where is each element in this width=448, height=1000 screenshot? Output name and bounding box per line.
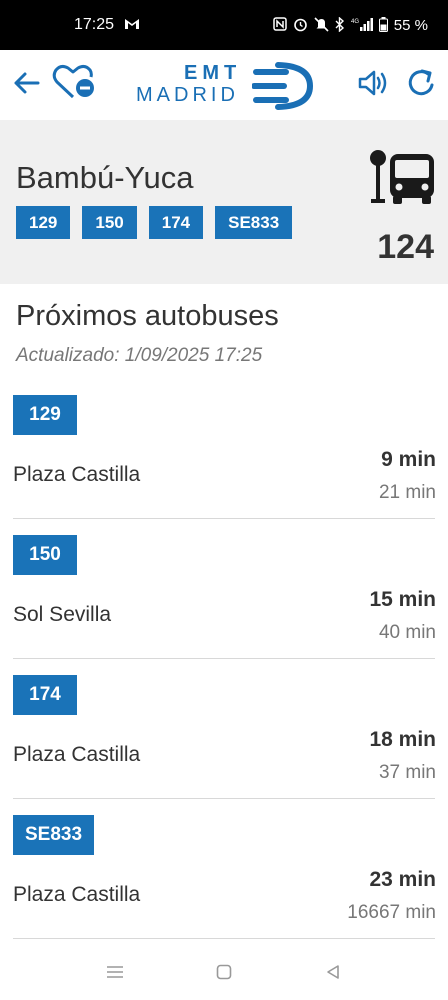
eta-first: 15 min — [369, 588, 436, 611]
emt-logo-mark-icon — [252, 62, 314, 110]
line-chip[interactable]: SE833 — [215, 206, 293, 239]
destination: Plaza Castilla — [13, 883, 141, 906]
line-badge[interactable]: 129 — [13, 395, 77, 435]
system-nav-bar — [0, 944, 448, 1000]
eta-second: 21 min — [378, 482, 436, 503]
eta-second: 40 min — [378, 622, 436, 643]
clock: 17:25 — [74, 16, 115, 33]
line-badge[interactable]: 150 — [13, 535, 77, 575]
remove-favorite-button[interactable] — [52, 64, 98, 102]
destination: Sol Sevilla — [13, 603, 112, 626]
signal-icon: 4G — [351, 17, 373, 34]
arrival-row[interactable]: SE833 Plaza Castilla 23 min 16667 min — [0, 815, 448, 955]
menu-lines-icon — [106, 966, 123, 978]
triangle-back-icon — [327, 965, 340, 979]
line-chip[interactable]: 174 — [148, 206, 204, 239]
stop-name: Bambú-Yuca — [16, 160, 194, 195]
refresh-button[interactable] — [406, 66, 438, 100]
stop-header: Bambú-Yuca 129 150 174 SE833 124 — [0, 120, 448, 284]
speaker-icon — [358, 70, 387, 96]
refresh-icon — [408, 69, 434, 96]
destination: Plaza Castilla — [13, 743, 141, 766]
battery-icon — [378, 16, 388, 34]
mute-icon — [314, 16, 329, 34]
bluetooth-icon — [335, 15, 345, 34]
eta-first: 18 min — [369, 728, 436, 751]
alarm-icon — [293, 17, 308, 34]
logo-text-bottom: MADRID — [136, 84, 239, 106]
status-left: 17:25 — [74, 16, 140, 34]
status-right: 4G 55 % — [273, 15, 428, 34]
updated-timestamp: Actualizado: 1/09/2025 17:25 — [16, 345, 263, 366]
arrival-row[interactable]: 129 Plaza Castilla 9 min 21 min — [0, 395, 448, 535]
divider — [13, 658, 435, 659]
destination: Plaza Castilla — [13, 463, 141, 486]
home-button[interactable] — [204, 957, 244, 987]
recent-apps-button[interactable] — [95, 957, 135, 987]
heart-minus-icon — [52, 64, 94, 99]
arrivals-list: 129 Plaza Castilla 9 min 21 min 150 Sol … — [0, 395, 448, 955]
divider — [13, 798, 435, 799]
bus-stop-icon — [370, 150, 434, 204]
gmail-icon — [124, 18, 140, 32]
system-back-button[interactable] — [313, 957, 353, 987]
arrival-row[interactable]: 150 Sol Sevilla 15 min 40 min — [0, 535, 448, 675]
line-chip[interactable]: 150 — [82, 206, 137, 239]
screen: 17:25 4G 55 % EMT MADRID Bambú-Yuca 129 … — [0, 0, 448, 1000]
emt-madrid-logo: EMT MADRID — [134, 58, 318, 114]
sound-button[interactable] — [356, 66, 390, 100]
back-button[interactable] — [10, 66, 44, 100]
eta-second: 37 min — [378, 762, 436, 783]
arrival-row[interactable]: 174 Plaza Castilla 18 min 37 min — [0, 675, 448, 815]
stop-lines: 129 150 174 SE833 — [16, 206, 293, 239]
logo-text-top: EMT — [184, 62, 242, 84]
divider — [13, 938, 435, 939]
line-badge[interactable]: SE833 — [13, 815, 95, 855]
nfc-icon — [273, 17, 287, 33]
status-bar: 17:25 4G 55 % — [0, 0, 448, 50]
stop-number: 124 — [377, 228, 434, 266]
app-bar: EMT MADRID — [0, 50, 448, 120]
svg-text:4G: 4G — [351, 19, 359, 25]
square-icon — [216, 964, 232, 980]
eta-second: 16667 min — [347, 902, 436, 923]
divider — [13, 518, 435, 519]
eta-first: 23 min — [369, 868, 436, 891]
battery-level: 55 % — [393, 16, 428, 34]
arrow-left-icon — [14, 72, 40, 94]
line-badge[interactable]: 174 — [13, 675, 77, 715]
eta-first: 9 min — [381, 448, 436, 471]
section-title: Próximos autobuses — [16, 300, 279, 332]
line-chip[interactable]: 129 — [16, 206, 71, 239]
